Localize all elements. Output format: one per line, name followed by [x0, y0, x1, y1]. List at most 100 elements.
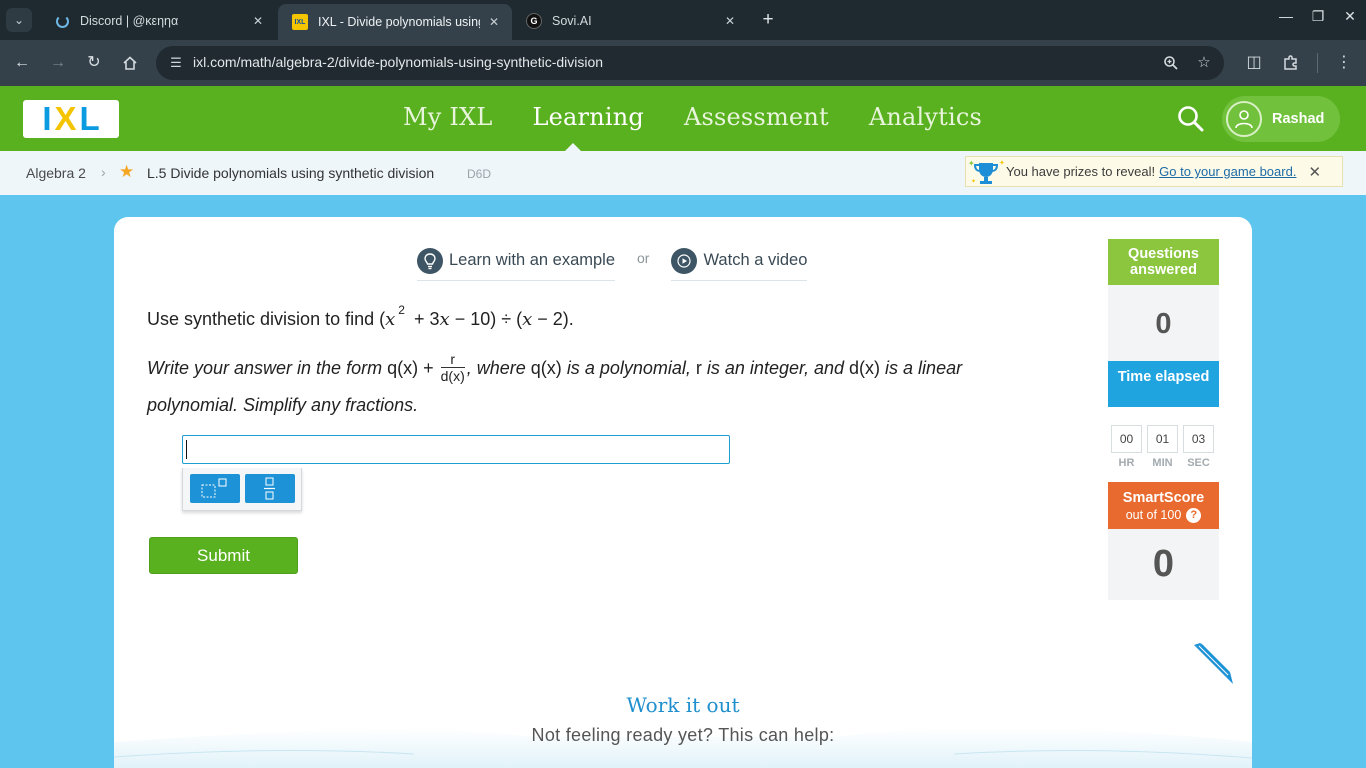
or-separator: or: [637, 250, 650, 266]
instruction-text: is a polynomial,: [566, 358, 691, 378]
timer-hours: 00: [1111, 425, 1142, 453]
tab-search-dropdown[interactable]: ⌄: [6, 8, 32, 32]
back-button[interactable]: ←: [10, 51, 34, 75]
svg-text:✦: ✦: [968, 159, 975, 168]
loading-spinner-icon: [54, 13, 70, 29]
nav-analytics[interactable]: Analytics: [869, 103, 982, 131]
reload-button[interactable]: ↻: [82, 51, 106, 75]
exponent-icon: [201, 478, 227, 498]
questions-answered-value: 0: [1155, 308, 1172, 340]
breadcrumb-skill: L.5 Divide polynomials using synthetic d…: [147, 165, 435, 181]
chevron-down-icon: ⌄: [13, 13, 25, 27]
help-icon[interactable]: ?: [1186, 508, 1202, 524]
math-exponent: 2: [398, 303, 405, 317]
extensions-icon[interactable]: [1279, 51, 1303, 75]
watch-video-label: Watch a video: [703, 251, 808, 269]
game-board-link[interactable]: Go to your game board.: [1159, 164, 1296, 179]
math-text: + 3: [413, 309, 440, 329]
restore-button[interactable]: ❐: [1306, 8, 1330, 25]
user-icon: [1235, 110, 1253, 129]
smartscore-value: 0: [1152, 543, 1175, 585]
url-text[interactable]: ixl.com/math/algebra-2/divide-polynomial…: [193, 54, 603, 70]
svg-text:✦: ✦: [999, 159, 1005, 167]
close-icon: ✕: [1344, 8, 1356, 24]
math-text: − 2).: [537, 309, 574, 329]
star-icon: ★: [119, 162, 135, 181]
arrow-left-icon: ←: [14, 54, 30, 71]
math-text: − 10) ÷ (: [454, 309, 523, 329]
prize-banner: ✦ ✦ ✦ You have prizes to reveal! Go to y…: [965, 156, 1343, 187]
fraction: r d(x): [440, 351, 465, 384]
timer-seconds: 03: [1183, 425, 1214, 453]
answer-input[interactable]: [182, 435, 730, 464]
restore-icon: ❐: [1311, 8, 1325, 24]
bookmark-star-icon[interactable]: ☆: [1193, 52, 1215, 74]
sovi-favicon: G: [526, 13, 542, 29]
timer-minutes: 01: [1147, 425, 1178, 453]
math-text: d(x): [849, 358, 881, 378]
questions-answered-header: Questions answered: [1108, 239, 1219, 285]
trophy-icon: ✦ ✦ ✦: [966, 158, 1006, 186]
site-info-icon[interactable]: ☰: [164, 51, 188, 75]
minimize-button[interactable]: —: [1274, 8, 1298, 24]
close-window-button[interactable]: ✕: [1338, 8, 1362, 25]
tab-title: Sovi.AI: [552, 14, 592, 28]
ixl-logo[interactable]: IXL: [23, 100, 119, 138]
browser-tab-bar: ⌄ Discord | @κεηηα ✕ IXL IXL - Divide po…: [0, 0, 1366, 40]
close-icon[interactable]: ✕: [486, 15, 502, 29]
text-caret: [186, 440, 187, 459]
new-tab-button[interactable]: +: [758, 9, 778, 31]
address-bar[interactable]: ☰ ixl.com/math/algebra-2/divide-polynomi…: [156, 46, 1224, 80]
breadcrumb-course[interactable]: Algebra 2: [26, 165, 86, 181]
close-icon[interactable]: ✕: [1308, 163, 1321, 181]
smartscore-sublabel: out of 100: [1125, 508, 1182, 522]
breadcrumb: Algebra 2 › ★ L.5 Divide polynomials usi…: [0, 151, 1366, 195]
learn-example-link[interactable]: Learn with an example: [417, 245, 616, 281]
tab-ixl[interactable]: IXL IXL - Divide polynomials using synth…: [278, 4, 512, 40]
fraction-numerator: r: [440, 351, 465, 368]
help-links: Learn with an example or Watch a video: [417, 245, 808, 281]
math-keypad: [182, 468, 302, 511]
answer-instructions: Write your answer in the form q(x) + r d(…: [147, 350, 977, 424]
exponent-button[interactable]: [190, 474, 240, 503]
search-button[interactable]: [1176, 104, 1206, 134]
learn-example-label: Learn with an example: [449, 251, 616, 269]
watch-video-link[interactable]: Watch a video: [671, 245, 808, 281]
nav-my-ixl[interactable]: My IXL: [403, 103, 492, 131]
home-button[interactable]: [118, 51, 142, 75]
nav-assessment[interactable]: Assessment: [684, 103, 829, 131]
time-elapsed-label: Time elapsed: [1117, 369, 1210, 385]
user-menu-button[interactable]: Rashad: [1222, 96, 1340, 142]
lightbulb-icon: [417, 247, 443, 274]
question-prompt: Use synthetic division to find (x 2 + 3x …: [147, 303, 574, 330]
instruction-text: Write your answer in the form: [147, 358, 383, 378]
scratchpad-button[interactable]: [1190, 641, 1234, 685]
reading-mode-icon[interactable]: ◫: [1242, 51, 1266, 75]
close-icon[interactable]: ✕: [722, 14, 738, 28]
forward-button[interactable]: →: [46, 51, 70, 75]
fraction-icon: [264, 477, 275, 500]
question-text: Use synthetic division to find: [147, 309, 375, 329]
home-icon: [123, 56, 137, 70]
zoom-icon[interactable]: [1160, 52, 1182, 74]
logo-letter: L: [79, 100, 100, 137]
tab-discord[interactable]: Discord | @κεηηα ✕: [40, 6, 276, 36]
nav-learning[interactable]: Learning: [532, 103, 643, 131]
skill-code: D6D: [467, 167, 492, 181]
browser-menu-icon[interactable]: ⋮: [1332, 51, 1356, 75]
logo-letter: X: [54, 100, 77, 137]
math-variable: x: [439, 309, 450, 330]
pencil-icon: [1194, 643, 1233, 684]
main-navigation: My IXL Learning Assessment Analytics: [403, 103, 982, 131]
fraction-button[interactable]: [245, 474, 295, 503]
avatar: [1226, 101, 1262, 137]
smartscore-panel: 0: [1108, 529, 1219, 600]
timer-seconds-label: SEC: [1187, 457, 1210, 469]
submit-button[interactable]: Submit: [149, 537, 298, 574]
toolbar-divider: [1317, 53, 1318, 73]
minimize-icon: —: [1279, 8, 1293, 24]
active-nav-indicator: [565, 143, 581, 151]
timer-hours-label: HR: [1118, 457, 1135, 469]
close-icon[interactable]: ✕: [250, 14, 266, 28]
tab-sovi[interactable]: G Sovi.AI ✕: [512, 6, 748, 36]
